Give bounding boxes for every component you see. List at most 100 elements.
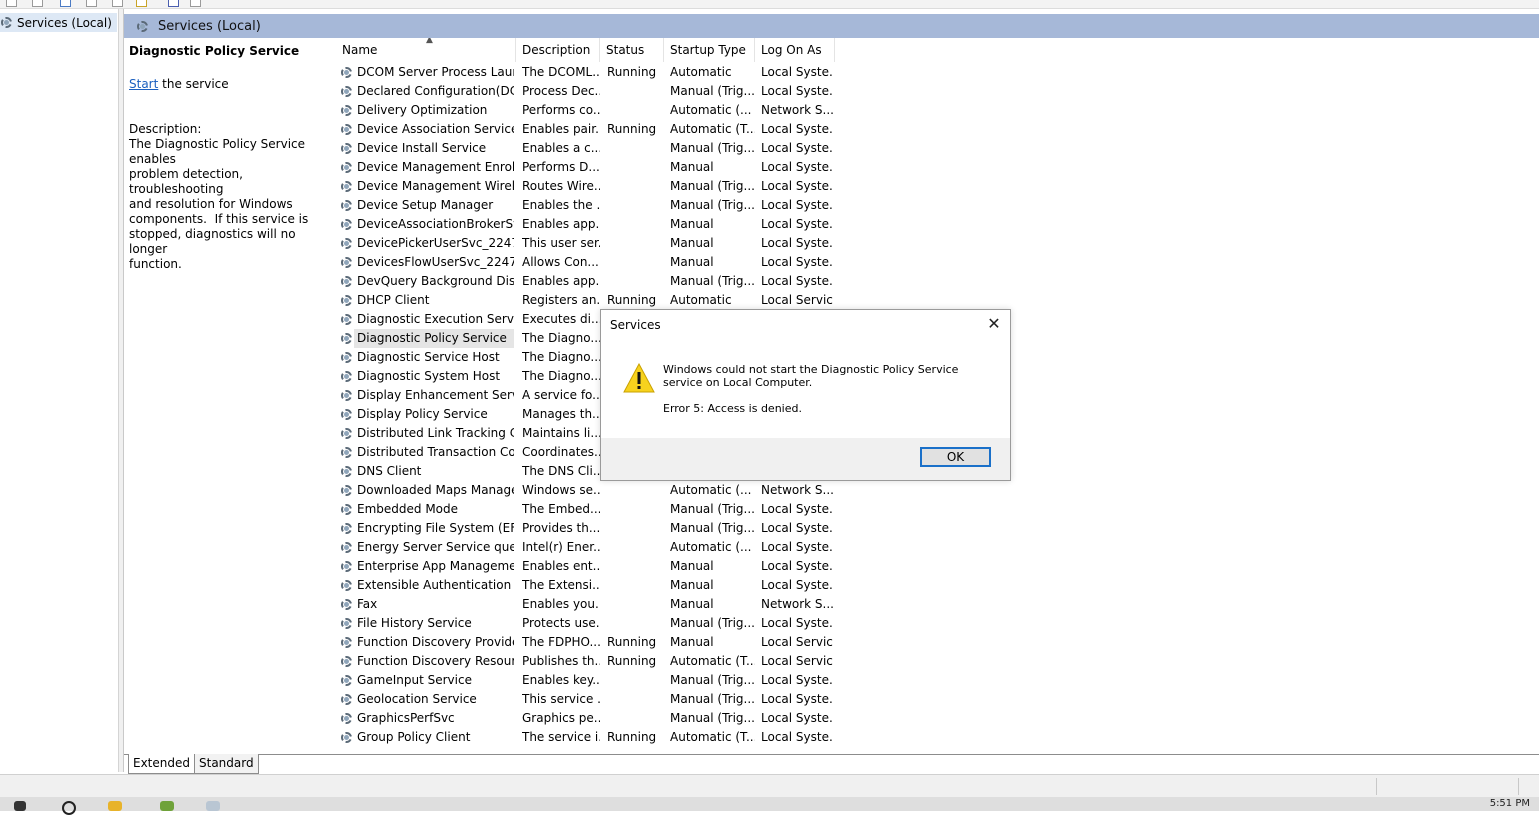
cell-description: Enables key... bbox=[522, 673, 600, 687]
table-row[interactable]: Group Policy Client The service i... Runni… bbox=[330, 728, 1539, 747]
cell-name: DCOM Server Process Laun... bbox=[357, 65, 514, 79]
file-explorer-icon[interactable] bbox=[108, 801, 122, 811]
ok-button[interactable]: OK bbox=[920, 447, 991, 467]
cell-log-on-as: Local Syste... bbox=[761, 730, 833, 744]
cell-status bbox=[607, 557, 665, 576]
cell-startup-type: Manual (Trig... bbox=[670, 274, 755, 288]
services-app-icon[interactable] bbox=[206, 801, 220, 811]
refresh-icon[interactable] bbox=[112, 0, 123, 7]
table-row[interactable]: Energy Server Service queen... Intel(r) E… bbox=[330, 538, 1539, 557]
cell-description: The Extensi... bbox=[522, 578, 600, 592]
table-row[interactable]: Device Setup Manager Enables the ... Manua… bbox=[330, 196, 1539, 215]
table-row[interactable]: DeviceAssociationBrokerSv... Enables app.… bbox=[330, 215, 1539, 234]
sort-ascending-icon: ▲ bbox=[426, 38, 433, 45]
table-row[interactable]: Function Discovery Provide... The FDPHO..… bbox=[330, 633, 1539, 652]
table-row[interactable]: DevQuery Background Disc... Enables app..… bbox=[330, 272, 1539, 291]
table-row[interactable]: DevicePickerUserSvc_22471 This user ser..… bbox=[330, 234, 1539, 253]
cell-status bbox=[607, 177, 665, 196]
pane-icon[interactable] bbox=[190, 0, 201, 7]
start-icon[interactable] bbox=[14, 801, 26, 811]
cell-log-on-as: Local Syste... bbox=[761, 198, 833, 212]
column-header-description[interactable]: Description bbox=[516, 38, 600, 62]
table-row[interactable]: Embedded Mode The Embed... Manual (Trig...… bbox=[330, 500, 1539, 519]
cell-status bbox=[607, 139, 665, 158]
table-row[interactable]: DHCP Client Registers an... Running Automat… bbox=[330, 291, 1539, 310]
table-row[interactable]: Device Management Wirele... Routes Wire..… bbox=[330, 177, 1539, 196]
cell-status bbox=[607, 82, 665, 101]
cell-startup-type: Automatic (... bbox=[670, 103, 752, 117]
table-row[interactable]: Downloaded Maps Manager Windows se... Auto… bbox=[330, 481, 1539, 500]
table-row[interactable]: Fax Enables you... Manual Network S... bbox=[330, 595, 1539, 614]
start-service-link[interactable]: Start bbox=[129, 77, 158, 91]
forward-icon[interactable] bbox=[32, 0, 43, 7]
column-header-startup-type[interactable]: Startup Type bbox=[664, 38, 755, 62]
help-icon[interactable] bbox=[168, 0, 179, 7]
cell-name: GraphicsPerfSvc bbox=[357, 711, 455, 725]
cell-description: This service ... bbox=[522, 692, 600, 706]
search-icon[interactable] bbox=[62, 801, 76, 815]
cell-log-on-as: Local Syste... bbox=[761, 616, 833, 630]
table-row[interactable]: Device Management Enroll... Performs D...… bbox=[330, 158, 1539, 177]
cell-description: Provides th... bbox=[522, 521, 600, 535]
cell-name: Diagnostic Policy Service bbox=[354, 329, 514, 348]
cell-status: Running bbox=[607, 654, 657, 668]
taskbar: 5:51 PM bbox=[0, 797, 1539, 815]
cell-log-on-as: Local Syste... bbox=[761, 559, 833, 573]
back-icon[interactable] bbox=[6, 0, 17, 7]
cell-startup-type: Manual (Trig... bbox=[670, 141, 755, 155]
cell-description: The Diagno... bbox=[522, 331, 600, 345]
tree-item-services-local[interactable]: Services (Local) bbox=[0, 13, 117, 32]
cell-log-on-as: Local Syste... bbox=[761, 179, 833, 193]
cell-name: Function Discovery Resourc... bbox=[357, 654, 514, 668]
table-row[interactable]: Device Install Service Enables a c... Manu… bbox=[330, 139, 1539, 158]
cell-status bbox=[607, 272, 665, 291]
table-row[interactable]: File History Service Protects use... Manua… bbox=[330, 614, 1539, 633]
cell-description: The DCOML... bbox=[522, 65, 600, 79]
column-header-name[interactable]: Name ▲ bbox=[336, 38, 516, 62]
table-row[interactable]: Encrypting File System (EFS) Provides th.… bbox=[330, 519, 1539, 538]
column-label: Name bbox=[342, 43, 378, 57]
dialog-title: Services bbox=[610, 318, 661, 332]
table-row[interactable]: Enterprise App Managemen... Enables ent..… bbox=[330, 557, 1539, 576]
cell-description: Executes di... bbox=[522, 312, 600, 326]
gear-icon bbox=[0, 16, 13, 29]
status-separator bbox=[1518, 778, 1519, 795]
table-row[interactable]: Declared Configuration(DC)... Process Dec… bbox=[330, 82, 1539, 101]
tab-standard[interactable]: Standard bbox=[194, 754, 259, 774]
notepad-plus-icon[interactable] bbox=[160, 801, 174, 811]
table-row[interactable]: Geolocation Service This service ... Manua… bbox=[330, 690, 1539, 709]
close-icon[interactable]: ✕ bbox=[985, 315, 1003, 333]
table-row[interactable]: DevicesFlowUserSvc_22471 Allows Con... Man… bbox=[330, 253, 1539, 272]
cell-log-on-as: Local Service bbox=[761, 293, 833, 307]
cell-log-on-as: Local Syste... bbox=[761, 521, 833, 535]
cell-name: Encrypting File System (EFS) bbox=[357, 521, 514, 535]
cell-status bbox=[607, 690, 665, 709]
table-row[interactable]: Delivery Optimization Performs co... Autom… bbox=[330, 101, 1539, 120]
cell-startup-type: Manual bbox=[670, 597, 714, 611]
table-row[interactable]: GraphicsPerfSvc Graphics pe... Manual (Tri… bbox=[330, 709, 1539, 728]
cell-startup-type: Manual (Trig... bbox=[670, 198, 755, 212]
column-header-status[interactable]: Status bbox=[600, 38, 664, 62]
table-row[interactable]: DCOM Server Process Laun... The DCOML... R… bbox=[330, 63, 1539, 82]
cell-name: Function Discovery Provide... bbox=[357, 635, 514, 649]
cell-status bbox=[607, 481, 665, 500]
cell-description: Enables app... bbox=[522, 217, 600, 231]
table-row[interactable]: GameInput Service Enables key... Manual (T… bbox=[330, 671, 1539, 690]
table-row[interactable]: Function Discovery Resourc... Publishes t… bbox=[330, 652, 1539, 671]
cell-name: Diagnostic System Host bbox=[357, 369, 501, 383]
cell-description: Routes Wire... bbox=[522, 179, 600, 193]
export-icon[interactable] bbox=[136, 0, 147, 7]
table-row[interactable]: Device Association Service Enables pair..… bbox=[330, 120, 1539, 139]
tab-extended[interactable]: Extended bbox=[128, 754, 195, 774]
console-tree-icon[interactable] bbox=[60, 0, 71, 7]
column-header-log-on-as[interactable]: Log On As bbox=[755, 38, 835, 62]
cell-description: Enables a c... bbox=[522, 141, 600, 155]
cell-description: Registers an... bbox=[522, 293, 600, 307]
taskbar-clock[interactable]: 5:51 PM bbox=[1490, 798, 1530, 809]
cell-log-on-as: Network S... bbox=[761, 483, 833, 497]
status-separator bbox=[1376, 778, 1377, 795]
cell-description: Publishes th... bbox=[522, 654, 600, 668]
table-row[interactable]: Extensible Authentication P... The Extens… bbox=[330, 576, 1539, 595]
cell-status bbox=[607, 234, 665, 253]
properties-icon[interactable] bbox=[86, 0, 97, 7]
